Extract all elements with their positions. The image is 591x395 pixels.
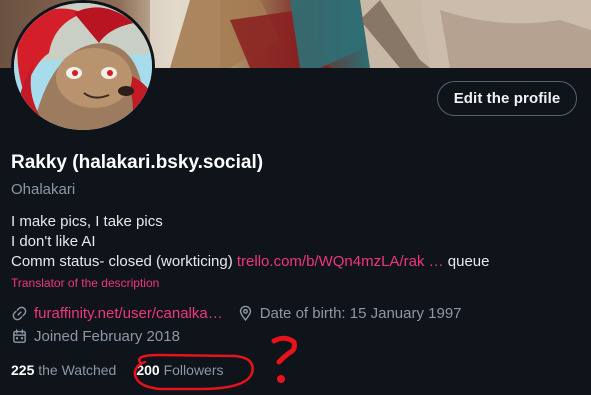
followers-label: Followers bbox=[159, 362, 224, 378]
calendar-icon bbox=[13, 329, 26, 343]
bio-line: I make pics, I take pics bbox=[11, 213, 163, 230]
joined-date: Joined February 2018 bbox=[34, 328, 180, 345]
bio: I make pics, I take pics I don't like AI… bbox=[11, 212, 490, 272]
trello-link[interactable]: trello.com/b/WQn4mzLA/rak … bbox=[237, 253, 444, 270]
profile-meta-row: Joined February 2018 bbox=[11, 328, 180, 345]
avatar-artwork bbox=[14, 3, 152, 130]
joined-item: Joined February 2018 bbox=[11, 328, 180, 345]
birth-date: Date of birth: 15 January 1997 bbox=[259, 305, 462, 322]
edit-profile-button[interactable]: Edit the profile bbox=[437, 81, 577, 116]
translate-bio-link[interactable]: Translator of the description bbox=[11, 276, 159, 290]
link-icon bbox=[12, 306, 27, 321]
handle: Ohalakari bbox=[11, 181, 76, 198]
bio-line: I don't like AI bbox=[11, 233, 96, 250]
bio-line: Comm status- closed (workticing) trello.… bbox=[11, 252, 490, 272]
watched-stat[interactable]: 225 the Watched bbox=[11, 362, 116, 378]
comm-status-text: Comm status- closed (workticing) bbox=[11, 253, 237, 270]
followers-stat[interactable]: 200 Followers bbox=[136, 362, 223, 378]
birth-item: Date of birth: 15 January 1997 bbox=[237, 305, 462, 322]
profile-page: Edit the profile Rakky (halakari.bsky.so… bbox=[0, 0, 591, 395]
profile-meta-row: furaffinity.net/user/canalka… Date of bi… bbox=[11, 305, 462, 322]
queue-text: queue bbox=[443, 253, 490, 270]
profile-stats: 225 the Watched 200 Followers bbox=[11, 362, 224, 378]
website-link[interactable]: furaffinity.net/user/canalka… bbox=[34, 305, 223, 322]
followers-count: 200 bbox=[136, 362, 160, 378]
website-item[interactable]: furaffinity.net/user/canalka… bbox=[11, 305, 223, 322]
avatar[interactable] bbox=[11, 0, 155, 133]
display-name: Rakky (halakari.bsky.social) bbox=[11, 152, 264, 173]
watched-count: 225 bbox=[11, 362, 35, 378]
watched-label: the Watched bbox=[34, 362, 117, 378]
location-pin-icon bbox=[239, 305, 251, 321]
